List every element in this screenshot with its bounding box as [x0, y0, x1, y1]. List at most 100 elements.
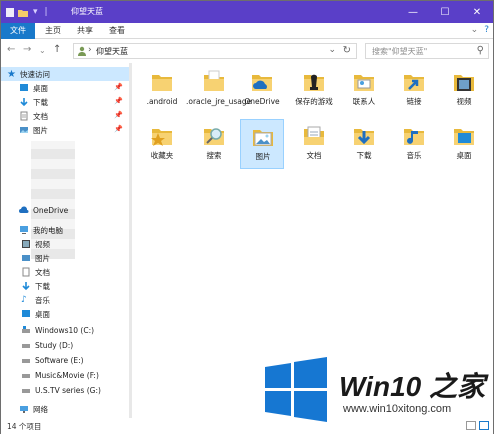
tab-view[interactable]: 查看	[103, 23, 131, 39]
file-item-contacts[interactable]: 联系人	[342, 65, 386, 115]
star-icon: ★	[7, 68, 16, 80]
search-input[interactable]: 搜索"仰望天蓝" ⚲	[365, 43, 489, 59]
tab-home[interactable]: 主页	[39, 23, 67, 39]
pin-icon[interactable]: 📌	[114, 111, 123, 119]
explorer-window: ▾ | 仰望天蓝 — ☐ ✕ 文件 主页 共享 查看 ⌄ ? ← → ⌄ ↑ ›…	[0, 0, 494, 434]
sidebar-item-label: 音乐	[35, 295, 50, 305]
breadcrumb[interactable]: 仰望天蓝	[96, 46, 128, 57]
drive-icon	[22, 389, 30, 393]
quick-access-toolbar: ▾ |	[5, 6, 50, 18]
recent-dropdown-icon[interactable]: ⌄	[39, 46, 46, 55]
file-item-oracle-jre-usage[interactable]: .oracle_jre_usage	[186, 65, 251, 115]
breadcrumb-chevron-icon[interactable]: ›	[88, 45, 92, 55]
sidebar-item-label: Music&Movie (F:)	[35, 370, 99, 380]
sidebar-item-label: U.S.TV series (G:)	[35, 385, 101, 395]
sidebar-item-drive-c[interactable]: Windows10 (C:)	[1, 323, 129, 337]
file-item-pictures[interactable]: 图片	[240, 119, 284, 169]
computer-icon	[20, 226, 28, 234]
sidebar-item-label: OneDrive	[33, 205, 69, 215]
sidebar-item-videos[interactable]: 视频	[1, 237, 129, 251]
ribbon-tabs: 文件 主页 共享 查看 ⌄ ?	[1, 23, 493, 39]
contacts-icon	[354, 75, 374, 91]
file-item-label: 视频	[456, 97, 472, 106]
windows-logo-icon	[265, 357, 327, 422]
desktop-icon	[22, 310, 30, 317]
up-icon[interactable]: ↑	[53, 44, 61, 55]
picture-icon	[20, 127, 28, 133]
address-bar[interactable]: › 仰望天蓝 ⌄ ↻	[73, 43, 357, 59]
file-item-label: 收藏夹	[150, 151, 174, 160]
refresh-icon[interactable]: ↻	[343, 45, 351, 56]
drive-icon	[22, 344, 30, 348]
help-icon[interactable]: ?	[484, 25, 489, 35]
forward-icon[interactable]: →	[23, 44, 31, 55]
tab-share[interactable]: 共享	[71, 23, 99, 39]
window-controls: — ☐ ✕	[397, 1, 493, 23]
sidebar-item-music[interactable]: ♪ 音乐	[1, 293, 129, 307]
new-folder-icon[interactable]	[18, 7, 28, 18]
watermark: Win10 之家 www.win10xitong.com	[263, 355, 494, 425]
search-placeholder: 搜索"仰望天蓝"	[372, 47, 428, 56]
sidebar-item-onedrive[interactable]: OneDrive	[1, 203, 129, 217]
file-item-music[interactable]: 音乐	[392, 119, 436, 169]
search-icon[interactable]: ⚲	[477, 45, 484, 56]
sidebar-item-label: 桌面	[33, 83, 48, 93]
address-dropdown-icon[interactable]: ⌄	[328, 45, 336, 55]
sidebar-item-drive-d[interactable]: Study (D:)	[1, 338, 129, 352]
sidebar-item-pc-pictures[interactable]: 图片	[1, 251, 129, 265]
sidebar-item-drive-f[interactable]: Music&Movie (F:)	[1, 368, 129, 382]
file-item-label: 链接	[406, 97, 422, 106]
sidebar-item-pc-documents[interactable]: 文档	[1, 265, 129, 279]
pin-icon[interactable]: 📌	[114, 83, 123, 91]
desktop-folder-icon	[454, 129, 474, 145]
file-item-android[interactable]: .android	[140, 65, 184, 115]
desktop-icon	[20, 84, 28, 91]
title-bar: ▾ | 仰望天蓝 — ☐ ✕	[1, 1, 493, 23]
file-item-onedrive[interactable]: OneDrive	[240, 65, 284, 115]
file-item-label: .android	[146, 97, 178, 106]
sidebar-item-label: 下载	[35, 281, 50, 291]
sidebar-item-drive-e[interactable]: Software (E:)	[1, 353, 129, 367]
sidebar-item-downloads[interactable]: 下载 📌	[1, 95, 129, 109]
file-item-favorites[interactable]: 收藏夹	[140, 119, 184, 169]
sidebar-item-label: Study (D:)	[35, 340, 74, 350]
pin-icon[interactable]: 📌	[114, 97, 123, 105]
sidebar-item-pc-desktop[interactable]: 桌面	[1, 307, 129, 321]
network-icon	[20, 406, 28, 413]
item-count: 14 个项目	[7, 422, 42, 431]
file-item-videos[interactable]: 视频	[442, 65, 486, 115]
music-icon: ♪	[21, 295, 27, 305]
sidebar-item-pictures[interactable]: 图片 📌	[1, 123, 129, 137]
file-item-downloads[interactable]: 下载	[342, 119, 386, 169]
pin-icon[interactable]: 📌	[114, 125, 123, 133]
sidebar-item-drive-g[interactable]: U.S.TV series (G:)	[1, 383, 129, 397]
file-item-desktop[interactable]: 桌面	[442, 119, 486, 169]
sidebar-item-pc-downloads[interactable]: 下载	[1, 279, 129, 293]
tab-file[interactable]: 文件	[1, 23, 35, 39]
maximize-button[interactable]: ☐	[429, 1, 461, 23]
sidebar-item-this-pc[interactable]: 我的电脑	[1, 223, 129, 237]
quick-access-dropdown-icon[interactable]: ▾	[33, 7, 38, 17]
sidebar-item-documents[interactable]: 文档 📌	[1, 109, 129, 123]
file-item-documents[interactable]: 文档	[292, 119, 336, 169]
properties-icon[interactable]	[5, 7, 15, 18]
sidebar-item-label: 图片	[35, 253, 50, 263]
file-item-label: OneDrive	[244, 97, 280, 106]
cloud-icon	[19, 206, 29, 213]
file-item-saved-games[interactable]: 保存的游戏	[292, 65, 336, 115]
file-item-searches[interactable]: 搜索	[192, 119, 236, 169]
back-icon[interactable]: ←	[7, 44, 15, 55]
file-item-links[interactable]: 链接	[392, 65, 436, 115]
close-button[interactable]: ✕	[461, 1, 493, 23]
favorites-icon	[151, 129, 172, 146]
sidebar-item-desktop[interactable]: 桌面 📌	[1, 81, 129, 95]
system-drive-icon	[22, 326, 30, 333]
documents-folder-icon	[304, 126, 324, 145]
sidebar-item-label: Software (E:)	[35, 355, 84, 365]
links-icon	[404, 75, 424, 91]
sidebar-item-quick-access[interactable]: ★ 快速访问	[1, 67, 129, 81]
sidebar-item-network[interactable]: 网络	[1, 402, 129, 416]
sidebar-item-label: 快速访问	[19, 69, 50, 79]
expand-ribbon-icon[interactable]: ⌄	[471, 25, 479, 35]
minimize-button[interactable]: —	[397, 1, 429, 23]
